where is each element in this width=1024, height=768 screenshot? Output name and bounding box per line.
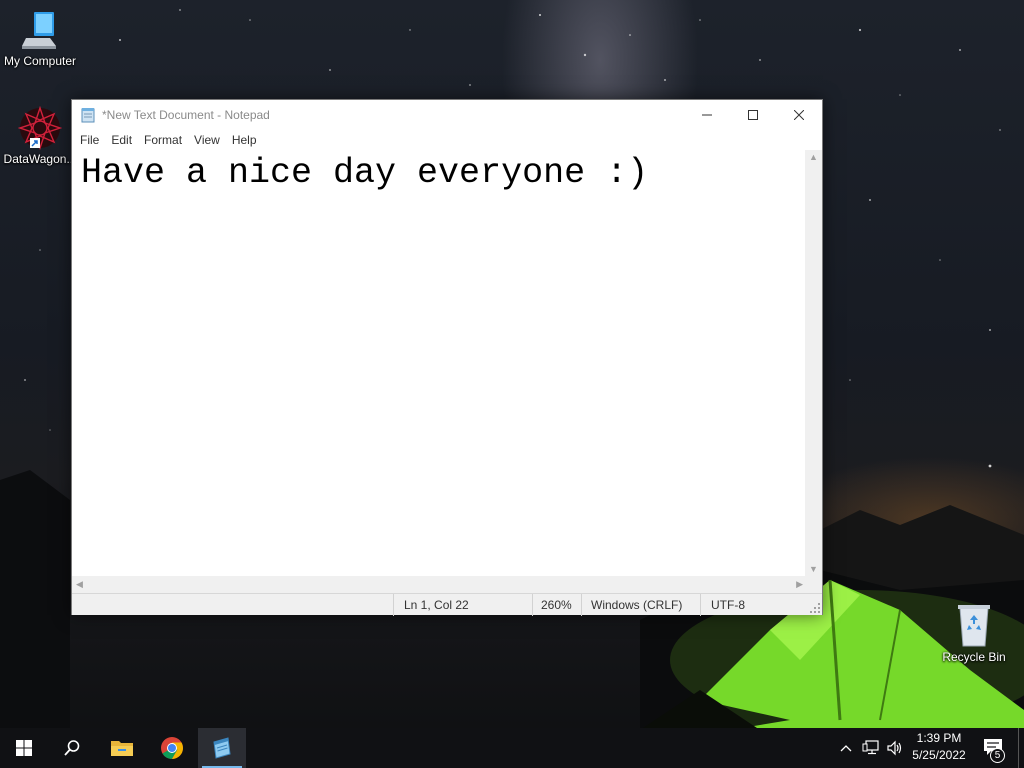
status-zoom: 260% — [532, 594, 582, 616]
minimize-button[interactable] — [684, 100, 730, 130]
chevron-up-icon[interactable] — [840, 743, 852, 753]
close-button[interactable] — [776, 100, 822, 130]
scroll-right-icon[interactable]: ▶ — [796, 579, 803, 590]
status-bar: Ln 1, Col 22 260% Windows (CRLF) UTF-8 — [72, 593, 822, 616]
file-explorer-icon — [111, 741, 133, 756]
horizontal-scrollbar[interactable]: ◀ ▶ — [72, 576, 807, 593]
maximize-button[interactable] — [730, 100, 776, 130]
taskbar: 1:39 PM 5/25/2022 5 — [0, 728, 1024, 768]
vertical-scrollbar[interactable]: ▲ ▼ — [805, 150, 822, 576]
notification-center-button[interactable]: 5 — [980, 736, 1010, 763]
chrome-icon — [161, 737, 183, 759]
clock-date: 5/25/2022 — [912, 748, 966, 762]
file-explorer-button[interactable] — [98, 728, 146, 768]
menu-edit[interactable]: Edit — [105, 131, 138, 149]
menu-file[interactable]: File — [74, 131, 105, 149]
recycle-bin-icon — [958, 605, 990, 647]
scroll-down-icon[interactable]: ▼ — [809, 564, 818, 574]
desktop-icon-label: My Computer — [3, 54, 77, 68]
clock[interactable]: 1:39 PM 5/25/2022 — [904, 731, 974, 762]
network-icon[interactable] — [862, 740, 880, 756]
desktop-icon-my-computer[interactable]: My Computer — [0, 8, 80, 68]
close-icon — [794, 110, 804, 120]
volume-icon[interactable] — [886, 740, 904, 756]
notepad-icon — [213, 737, 231, 759]
menu-bar: File Edit Format View Help — [72, 130, 822, 150]
desktop-icon-datawagon[interactable]: DataWagon... — [0, 106, 80, 166]
scroll-up-icon[interactable]: ▲ — [809, 152, 818, 162]
desktop-icon-recycle-bin[interactable]: Recycle Bin — [934, 602, 1014, 664]
windows-logo-icon — [16, 740, 32, 756]
notification-badge: 5 — [990, 748, 1005, 763]
menu-help[interactable]: Help — [226, 131, 263, 149]
resize-grip-icon[interactable] — [810, 603, 820, 613]
notepad-app-icon — [81, 108, 95, 123]
scroll-corner — [805, 576, 822, 593]
window-title: *New Text Document - Notepad — [102, 108, 270, 122]
show-desktop-button[interactable] — [1018, 728, 1024, 768]
datawagon-icon — [18, 106, 62, 150]
computer-icon — [22, 12, 56, 49]
editor-text[interactable]: Have a nice day everyone :) — [81, 153, 648, 193]
clock-time: 1:39 PM — [916, 731, 962, 745]
menu-format[interactable]: Format — [138, 131, 188, 149]
menu-view[interactable]: View — [188, 131, 226, 149]
search-icon — [64, 740, 80, 756]
scroll-left-icon[interactable]: ◀ — [76, 579, 83, 590]
desktop-icon-label: Recycle Bin — [942, 650, 1006, 664]
minimize-icon — [702, 114, 712, 116]
status-encoding: UTF-8 — [700, 594, 810, 616]
search-button[interactable] — [48, 728, 96, 768]
notepad-window[interactable]: *New Text Document - Notepad File Edit F… — [71, 99, 823, 616]
notepad-taskbar-button[interactable] — [198, 728, 246, 768]
desktop-icon-label: DataWagon... — [3, 152, 77, 166]
status-position: Ln 1, Col 22 — [393, 594, 533, 616]
title-bar[interactable]: *New Text Document - Notepad — [72, 100, 822, 130]
chrome-button[interactable] — [148, 728, 196, 768]
status-line-ending: Windows (CRLF) — [581, 594, 701, 616]
maximize-icon — [748, 110, 758, 120]
start-button[interactable] — [0, 728, 48, 768]
